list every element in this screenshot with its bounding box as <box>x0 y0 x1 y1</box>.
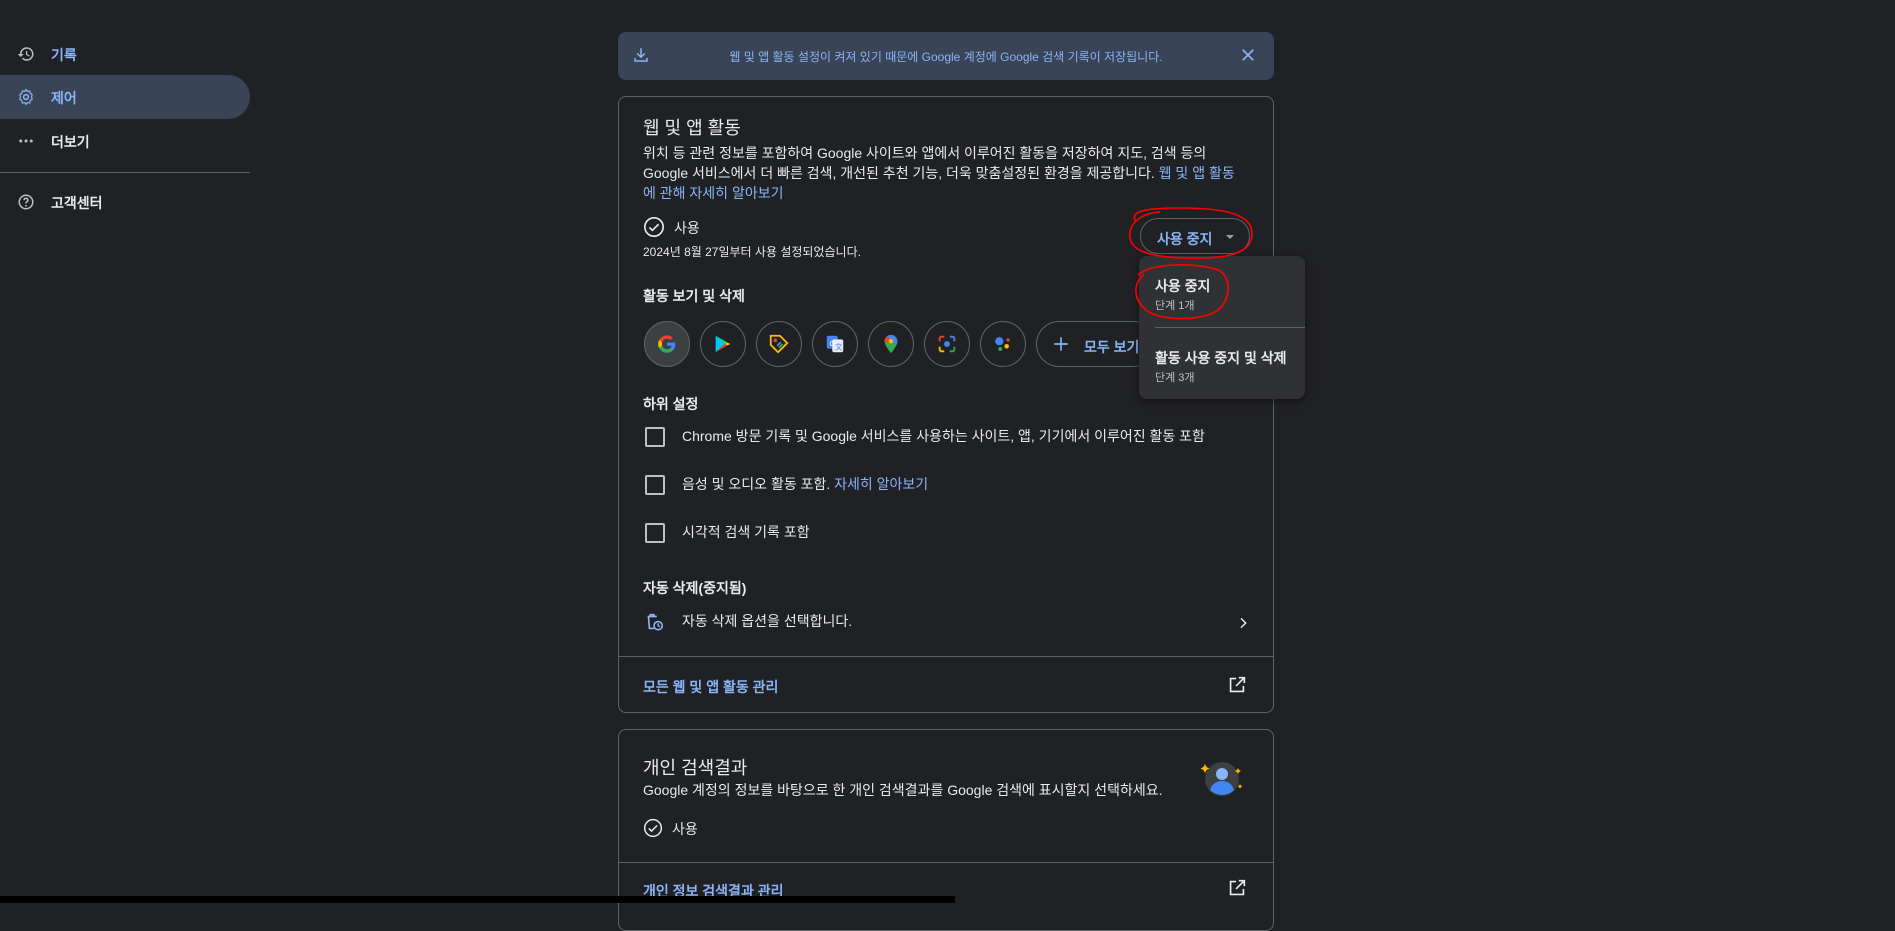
card-title: 개인 검색결과 <box>643 758 748 778</box>
menu-item-pause-and-delete[interactable]: 활동 사용 중지 및 삭제 단계 3개 <box>1139 328 1305 398</box>
chevron-down-icon <box>1226 235 1234 239</box>
check-circle-icon <box>643 818 663 843</box>
menu-item-title: 사용 중지 <box>1155 278 1211 294</box>
google-play-icon[interactable] <box>700 321 746 367</box>
open-in-new-icon <box>1226 674 1248 701</box>
sidebar-item-history[interactable]: 기록 <box>0 32 250 76</box>
learn-more-link[interactable]: 웹 및 앱 활동 <box>1159 165 1235 181</box>
plus-icon <box>1051 334 1071 359</box>
checkbox-label-row: 음성 및 오디오 활동 포함. 자세히 알아보기 <box>682 474 928 494</box>
web-app-activity-card: 웹 및 앱 활동 위치 등 관련 정보를 포함하여 Google 사이트와 앱에… <box>618 96 1274 713</box>
pause-button[interactable]: 사용 중지 <box>1140 218 1250 254</box>
open-in-new-icon <box>1226 877 1248 904</box>
chrome-history-checkbox[interactable] <box>645 427 665 447</box>
manage-all-link: 모든 웹 및 앱 활동 관리 <box>643 679 779 695</box>
sidebar: 기록 제어 더보기 고객센터 <box>0 0 250 903</box>
google-lens-icon[interactable] <box>924 321 970 367</box>
gear-icon <box>16 87 36 107</box>
view-delete-title: 활동 보기 및 삭제 <box>643 288 745 304</box>
checkbox-label: Chrome 방문 기록 및 Google 서비스를 사용하는 사이트, 앱, … <box>682 428 1205 444</box>
check-circle-icon <box>643 216 665 243</box>
desc-line: Google 서비스에서 더 빠른 검색, 개선된 추천 기능, 더욱 맞춤설정… <box>643 163 1243 183</box>
sidebar-item-label: 제어 <box>51 90 77 106</box>
sidebar-item-more[interactable]: 더보기 <box>0 119 250 163</box>
bottom-scrollbar <box>0 896 955 903</box>
close-icon[interactable] <box>1239 46 1257 69</box>
visual-search-checkbox[interactable] <box>645 523 665 543</box>
more-horiz-icon <box>16 131 36 151</box>
auto-delete-icon <box>643 611 665 638</box>
banner-text: 웹 및 앱 활동 설정이 켜져 있기 때문에 Google 계정에 Google… <box>729 50 1163 64</box>
card-title: 웹 및 앱 활동 <box>643 118 741 138</box>
sidebar-item-label: 기록 <box>51 47 77 63</box>
checkbox-label: 시각적 검색 기록 포함 <box>682 524 810 540</box>
history-icon <box>16 44 36 64</box>
desc-line: 위치 등 관련 정보를 포함하여 Google 사이트와 앱에서 이루어진 활동… <box>643 145 1207 161</box>
personal-results-illustration-icon <box>1198 754 1246 807</box>
info-banner: 웹 및 앱 활동 설정이 켜져 있기 때문에 Google 계정에 Google… <box>618 32 1274 80</box>
menu-item-pause[interactable]: 사용 중지 단계 1개 <box>1139 256 1305 326</box>
google-shopping-icon[interactable] <box>756 321 802 367</box>
sub-settings-title: 하위 설정 <box>643 396 699 412</box>
auto-delete-title: 자동 삭제(중지됨) <box>643 580 747 596</box>
sidebar-item-label: 고객센터 <box>51 195 103 211</box>
menu-item-subtitle: 단계 3개 <box>1155 372 1195 384</box>
status-label: 사용 <box>672 821 698 837</box>
voice-audio-checkbox[interactable] <box>645 475 665 495</box>
help-icon <box>16 192 36 212</box>
manage-personal-results-row[interactable]: 개인 정보 검색결과 관리 <box>619 863 1273 913</box>
sidebar-divider <box>0 172 250 173</box>
checkbox-label: 음성 및 오디오 활동 포함. <box>682 476 831 492</box>
google-maps-icon[interactable] <box>868 321 914 367</box>
svg-text:文: 文 <box>835 343 843 352</box>
google-icon[interactable] <box>644 321 690 367</box>
google-assistant-icon[interactable] <box>980 321 1026 367</box>
google-translate-icon[interactable]: G文 <box>812 321 858 367</box>
chevron-right-icon <box>1235 615 1251 636</box>
pause-dropdown-menu: 사용 중지 단계 1개 활동 사용 중지 및 삭제 단계 3개 <box>1139 256 1305 399</box>
sidebar-item-help[interactable]: 고객센터 <box>0 180 250 224</box>
manage-all-activity-row[interactable]: 모든 웹 및 앱 활동 관리 <box>619 657 1273 711</box>
menu-item-title: 활동 사용 중지 및 삭제 <box>1155 350 1287 366</box>
status-label: 사용 <box>674 220 700 236</box>
auto-delete-row[interactable]: 자동 삭제 옵션을 선택합니다. <box>619 603 1273 643</box>
pause-button-label: 사용 중지 <box>1157 231 1213 247</box>
sidebar-item-controls[interactable]: 제어 <box>0 75 250 119</box>
status-since: 2024년 8월 27일부터 사용 설정되었습니다. <box>643 245 861 259</box>
auto-delete-text: 자동 삭제 옵션을 선택합니다. <box>682 613 853 629</box>
menu-item-subtitle: 단계 1개 <box>1155 300 1195 312</box>
sidebar-item-label: 더보기 <box>51 134 90 150</box>
view-all-label: 모두 보기 <box>1084 339 1140 355</box>
desc-text: Google 서비스에서 더 빠른 검색, 개선된 추천 기능, 더욱 맞춤설정… <box>643 165 1155 181</box>
card-description: Google 계정의 정보를 바탕으로 한 개인 검색결과를 Google 검색… <box>643 782 1163 798</box>
view-all-button[interactable]: 모두 보기 <box>1036 321 1156 367</box>
card-description: 위치 등 관련 정보를 포함하여 Google 사이트와 앱에서 이루어진 활동… <box>643 143 1243 203</box>
learn-more-link-cont[interactable]: 에 관해 자세히 알아보기 <box>643 183 1243 203</box>
learn-more-link[interactable]: 자세히 알아보기 <box>834 476 928 492</box>
